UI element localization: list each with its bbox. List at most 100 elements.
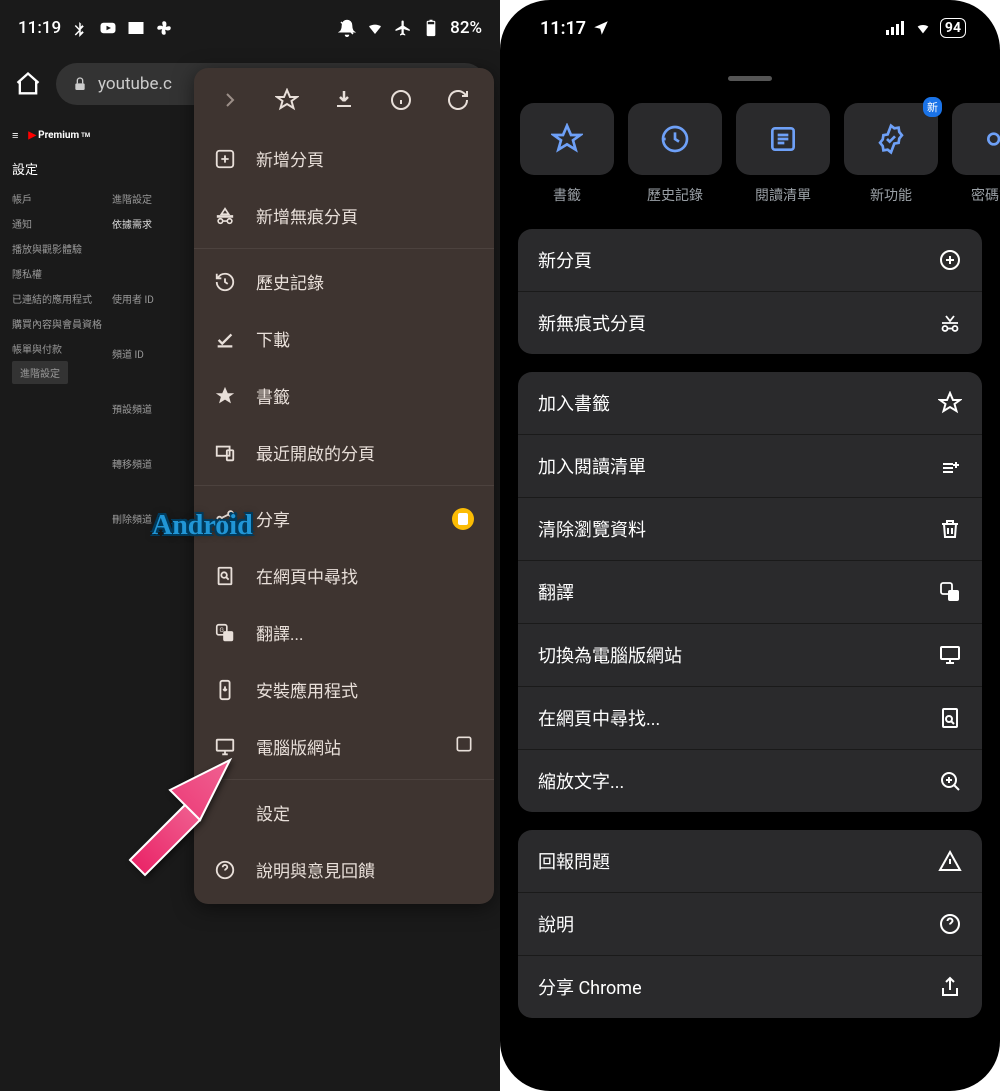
row-label: 加入閱讀清單 xyxy=(538,453,646,479)
row-help[interactable]: 說明 xyxy=(518,893,982,956)
star-icon[interactable] xyxy=(275,88,299,112)
row-add-reading[interactable]: 加入閱讀清單 xyxy=(518,435,982,498)
youtube-icon xyxy=(99,19,117,37)
yt-right-item: 頻道 ID xyxy=(112,341,154,366)
row-label: 新無痕式分頁 xyxy=(538,310,646,336)
ios-group-help: 回報問題 說明 分享 Chrome xyxy=(518,830,982,1018)
menu-history[interactable]: 歷史記錄 xyxy=(194,253,494,310)
key-icon xyxy=(983,123,1000,155)
yt-right-item: 使用者 ID xyxy=(112,286,154,311)
cellular-icon xyxy=(886,21,906,35)
row-report[interactable]: 回報問題 xyxy=(518,830,982,893)
wifi-icon xyxy=(913,20,933,36)
menu-recent-tabs[interactable]: 最近開啟的分頁 xyxy=(194,424,494,481)
android-status-bar: 11:19 82% xyxy=(0,0,500,56)
home-icon[interactable] xyxy=(14,70,42,98)
quick-bookmarks[interactable]: 書籤 xyxy=(520,103,614,205)
check-icon xyxy=(214,328,236,350)
menu-label: 電腦版網站 xyxy=(256,734,341,759)
row-desktop-site[interactable]: 切換為電腦版網站 xyxy=(518,624,982,687)
menu-install-app[interactable]: 安裝應用程式 xyxy=(194,661,494,718)
status-time: 11:17 xyxy=(540,18,586,39)
bluetooth-icon xyxy=(71,19,89,37)
menu-new-tab[interactable]: 新增分頁 xyxy=(194,130,494,187)
share-badge-icon xyxy=(452,508,474,530)
info-icon[interactable] xyxy=(389,88,413,112)
menu-find[interactable]: 在網頁中尋找 xyxy=(194,547,494,604)
row-find-in-page[interactable]: 在網頁中尋找... xyxy=(518,687,982,750)
url-text: youtube.c xyxy=(98,74,172,94)
row-translate[interactable]: 翻譯 xyxy=(518,561,982,624)
row-new-incognito[interactable]: 新無痕式分頁 xyxy=(518,292,982,354)
menu-label: 分享 xyxy=(256,506,290,531)
forward-icon[interactable] xyxy=(218,88,242,112)
gmail-icon xyxy=(127,19,145,37)
fan-icon xyxy=(155,19,173,37)
quick-passwords[interactable]: 密碼管理 xyxy=(952,103,1000,205)
badge-check-icon xyxy=(875,123,907,155)
history-icon xyxy=(214,271,236,293)
status-time: 11:19 xyxy=(18,18,61,38)
location-icon xyxy=(592,19,610,37)
quick-reading-list[interactable]: 閱讀清單 xyxy=(736,103,830,205)
quick-label: 書籤 xyxy=(553,185,581,205)
lock-icon xyxy=(72,76,88,92)
row-clear-data[interactable]: 清除瀏覽資料 xyxy=(518,498,982,561)
star-icon xyxy=(551,123,583,155)
yt-side-item-selected: 進階設定 xyxy=(12,361,68,384)
yt-side-item: 已連結的應用程式 xyxy=(12,286,112,311)
airplane-icon xyxy=(394,19,412,37)
menu-label: 歷史記錄 xyxy=(256,269,324,294)
download-icon[interactable] xyxy=(332,88,356,112)
ios-group-page: 加入書籤 加入閱讀清單 清除瀏覽資料 翻譯 切換為電腦版網站 在網頁中尋找...… xyxy=(518,372,982,812)
help-icon xyxy=(938,912,962,936)
menu-bookmarks[interactable]: 書籤 xyxy=(194,367,494,424)
menu-label: 在網頁中尋找 xyxy=(256,563,358,588)
status-battery: 94 xyxy=(940,18,966,38)
incognito-icon xyxy=(938,311,962,335)
row-new-tab[interactable]: 新分頁 xyxy=(518,229,982,292)
quick-label: 歷史記錄 xyxy=(647,185,703,205)
sheet-grabber[interactable] xyxy=(728,76,772,81)
row-zoom-text[interactable]: 縮放文字... xyxy=(518,750,982,812)
menu-new-incognito[interactable]: 新增無痕分頁 xyxy=(194,187,494,244)
quick-history[interactable]: 歷史記錄 xyxy=(628,103,722,205)
menu-translate[interactable]: G 翻譯... xyxy=(194,604,494,661)
row-label: 分享 Chrome xyxy=(538,974,642,1000)
ios-status-bar: 11:17 94 xyxy=(500,0,1000,56)
menu-label: 安裝應用程式 xyxy=(256,677,358,702)
quick-whats-new[interactable]: 新 新功能 xyxy=(844,103,938,205)
row-label: 在網頁中尋找... xyxy=(538,705,660,731)
plus-circle-icon xyxy=(938,248,962,272)
row-add-bookmark[interactable]: 加入書籤 xyxy=(518,372,982,435)
quick-label: 新功能 xyxy=(870,185,912,205)
menu-label: 最近開啟的分頁 xyxy=(256,440,375,465)
history-icon xyxy=(659,123,691,155)
quick-label: 密碼管理 xyxy=(971,185,1000,205)
menu-downloads[interactable]: 下載 xyxy=(194,310,494,367)
row-label: 切換為電腦版網站 xyxy=(538,642,682,668)
translate-icon: G xyxy=(214,622,236,644)
row-share-chrome[interactable]: 分享 Chrome xyxy=(518,956,982,1018)
menu-label: 新增無痕分頁 xyxy=(256,203,358,228)
yt-side-item: 帳單與付款 xyxy=(12,336,112,361)
yt-right-item: 轉移頻道 xyxy=(112,451,154,476)
refresh-icon[interactable] xyxy=(446,88,470,112)
reading-add-icon xyxy=(938,454,962,478)
row-label: 縮放文字... xyxy=(538,768,624,794)
yt-side-item: 通知 xyxy=(12,211,112,236)
row-label: 加入書籤 xyxy=(538,390,610,416)
row-label: 回報問題 xyxy=(538,848,610,874)
yt-right-item: 依據需求 xyxy=(112,211,154,236)
menu-label: 書籤 xyxy=(256,383,290,408)
android-arrow xyxy=(110,740,250,884)
wifi-icon xyxy=(366,19,384,37)
menu-label: 說明與意見回饋 xyxy=(256,857,375,882)
devices-icon xyxy=(214,442,236,464)
row-label: 新分頁 xyxy=(538,247,592,273)
new-badge: 新 xyxy=(923,97,942,117)
checkbox-icon[interactable] xyxy=(454,734,474,754)
warning-icon xyxy=(938,849,962,873)
row-label: 清除瀏覽資料 xyxy=(538,516,646,542)
android-label: Android xyxy=(152,510,253,542)
